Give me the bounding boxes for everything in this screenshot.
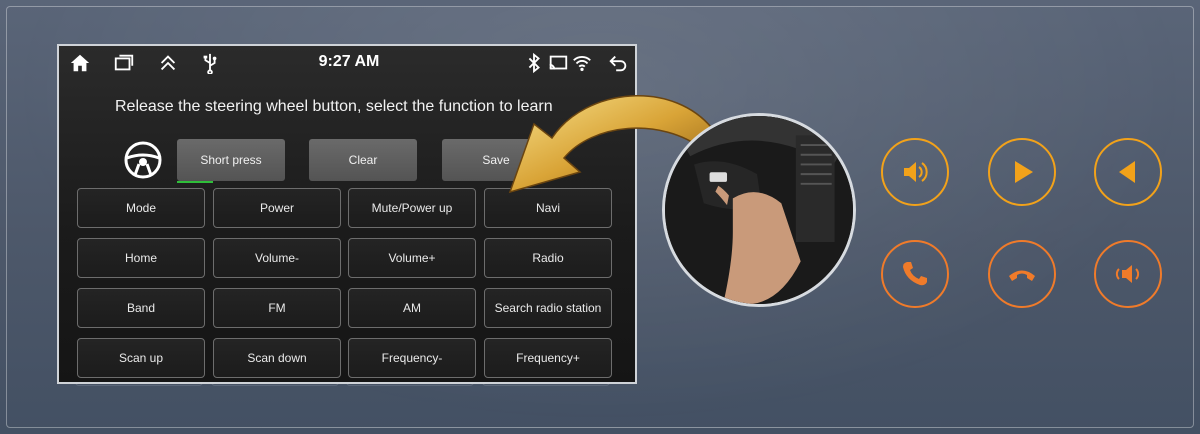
function-mute-power-up-button[interactable]: Mute/Power up: [348, 188, 476, 228]
function-scan-down-button[interactable]: Scan down: [213, 338, 341, 378]
steering-wheel-icon: [123, 140, 163, 180]
function-frequency-down-button[interactable]: Frequency-: [348, 338, 476, 378]
call-hangup-icon: [1009, 270, 1035, 281]
call-answer-icon: [903, 262, 927, 286]
mute-icon-button[interactable]: [1094, 240, 1162, 308]
volume-icon: [904, 162, 928, 182]
function-fm-button[interactable]: FM: [213, 288, 341, 328]
volume-icon-button[interactable]: [881, 138, 949, 206]
function-frequency-up-button[interactable]: Frequency+: [484, 338, 612, 378]
function-mode-button[interactable]: Mode: [77, 188, 205, 228]
reflection-cell: Scan up: [75, 384, 203, 386]
reflection-cell: Frequency+: [482, 384, 610, 386]
reflection-cell: Scan down: [211, 384, 339, 386]
reflection-cell: Frequency-: [346, 384, 474, 386]
screen-mirror-icon: [547, 52, 569, 74]
status-bar: 9:27 AM: [59, 46, 635, 80]
screen-reflection: Scan up Scan down Frequency- Frequency+: [57, 384, 637, 432]
steering-wheel-photo: [662, 113, 856, 307]
short-press-active-indicator: [177, 181, 213, 183]
function-radio-button[interactable]: Radio: [484, 238, 612, 278]
call-hangup-icon-button[interactable]: [988, 240, 1056, 308]
function-band-button[interactable]: Band: [77, 288, 205, 328]
function-volume-up-button[interactable]: Volume+: [348, 238, 476, 278]
back-icon[interactable]: [607, 52, 629, 74]
function-search-radio-station-button[interactable]: Search radio station: [484, 288, 612, 328]
clock: 9:27 AM: [318, 53, 380, 70]
short-press-button[interactable]: Short press: [177, 139, 285, 181]
bluetooth-icon: [523, 52, 545, 74]
call-answer-icon-button[interactable]: [881, 240, 949, 308]
usb-icon: [199, 52, 221, 74]
home-icon[interactable]: [69, 52, 91, 74]
play-icon: [1015, 161, 1033, 183]
wifi-icon: [571, 52, 593, 74]
function-home-button[interactable]: Home: [77, 238, 205, 278]
mute-icon: [1115, 265, 1140, 283]
function-am-button[interactable]: AM: [348, 288, 476, 328]
previous-icon: [1119, 161, 1135, 183]
function-volume-down-button[interactable]: Volume-: [213, 238, 341, 278]
recent-apps-icon[interactable]: [113, 52, 135, 74]
play-icon-button[interactable]: [988, 138, 1056, 206]
function-power-button[interactable]: Power: [213, 188, 341, 228]
clear-button[interactable]: Clear: [309, 139, 417, 181]
expand-up-icon[interactable]: [157, 52, 179, 74]
function-scan-up-button[interactable]: Scan up: [77, 338, 205, 378]
previous-icon-button[interactable]: [1094, 138, 1162, 206]
